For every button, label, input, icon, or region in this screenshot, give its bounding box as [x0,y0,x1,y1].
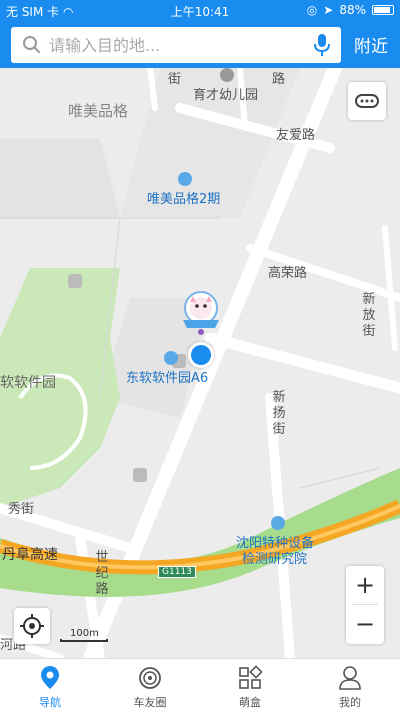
tab-car-friends[interactable]: 车友圈 [100,659,200,711]
profile-icon [339,666,361,690]
tab-car-friends-label: 车友圈 [133,696,167,709]
app-screen: 无 SIM 卡 ◠ 上午10:41 ◎ ➤ 88% 附近 [0,0,400,711]
road-jie-top: 街 [168,72,182,87]
map-view[interactable]: 育才幼儿园 唯美品格 唯美品格2期 软软件园 东软软件园A6 沈阳特种设备 检测… [0,68,400,658]
poi-kindergarten[interactable]: 育才幼儿园 [193,84,258,103]
tab-cute-box-label: 萌盒 [239,696,261,709]
user-avatar-cat-icon [183,291,219,335]
road-xiu: 秀街 [8,502,35,517]
status-bar: 无 SIM 卡 ◠ 上午10:41 ◎ ➤ 88% [0,0,400,22]
search-icon [23,36,40,53]
road-shiji: 世纪路 [95,550,109,597]
current-location-dot [188,342,214,368]
tab-profile[interactable]: 我的 [300,659,400,711]
road-danfu: 丹阜高速 [2,547,58,563]
school-icon [220,68,234,82]
locate-crosshair-icon [20,614,44,638]
poi-inspection-line2[interactable]: 检测研究院 [242,548,307,567]
status-right: ◎ ➤ 88% [307,3,394,17]
road-youai: 友爱路 [276,128,316,143]
poi-weimei-phase2[interactable]: 唯美品格2期 [147,188,220,207]
battery-percent: 88% [339,3,366,17]
battery-icon [372,5,394,15]
highway-shield: G1113 [158,566,196,578]
road-xinyang: 新扬街 [272,390,286,437]
car-friends-icon [139,667,161,689]
road-xinfang: 新放街 [362,292,376,339]
residential-icon [178,172,192,186]
zoom-controls: + − [346,566,384,644]
more-layers-button[interactable] [348,82,386,120]
search-box[interactable] [11,27,341,63]
scale-label: 100m [70,628,99,639]
location-arrow-icon: ➤ [323,3,334,17]
area-weimei[interactable]: 唯美品格 [68,100,128,121]
microphone-icon[interactable] [314,33,330,57]
road-gaorong: 高荣路 [268,266,308,281]
search-bar: 附近 [0,22,400,68]
navigation-pin-icon [41,666,59,689]
tab-profile-label: 我的 [339,696,361,709]
tab-navigation[interactable]: 导航 [0,659,100,711]
orientation-lock-icon: ◎ [306,3,318,17]
more-icon [355,94,379,108]
nearby-button[interactable]: 附近 [346,32,396,57]
tab-navigation-label: 导航 [39,696,61,709]
avatar[interactable] [178,290,224,336]
locate-button[interactable] [14,608,50,644]
tab-cute-box[interactable]: 萌盒 [200,659,300,711]
institute-icon [271,516,285,530]
scale-bar: 100m [60,628,110,642]
building-icon [164,351,178,365]
search-input[interactable] [49,33,299,57]
bottom-tab-bar: 导航 车友圈 萌盒 我的 [0,658,400,711]
road-lu-top: 路 [272,72,286,87]
area-neusoft-park[interactable]: 软软件园 [0,372,56,392]
cute-box-icon [239,665,262,689]
zoom-out-button[interactable]: − [346,605,384,643]
zoom-in-button[interactable]: + [346,566,384,604]
poi-neusoft-a6[interactable]: 东软软件园A6 [126,367,208,386]
